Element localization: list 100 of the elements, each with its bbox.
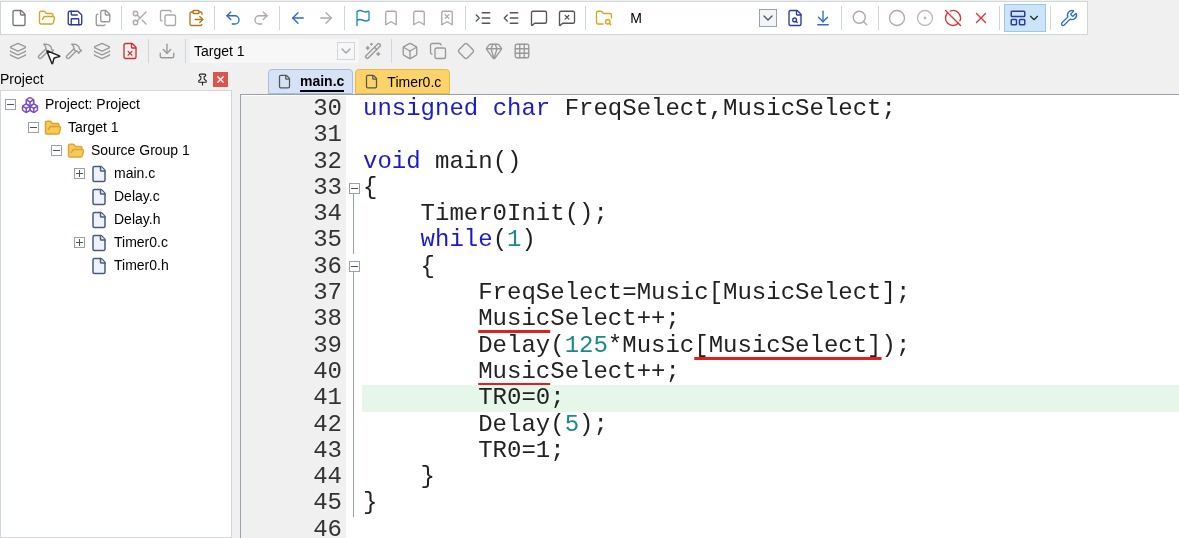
tree-item[interactable]: Target 1 — [68, 117, 119, 138]
line-number: 34 — [313, 201, 342, 228]
find-in-files-icon[interactable] — [595, 9, 614, 27]
batch-build-icon[interactable] — [93, 42, 111, 60]
code-line: MusicSelect++; — [477, 358, 681, 386]
editor-tab[interactable]: main.c — [268, 69, 354, 94]
collapse-toggle[interactable] — [28, 122, 39, 133]
code-line: Delay(125*Music[MusicSelect]); — [477, 332, 912, 359]
undo-icon[interactable] — [223, 9, 242, 27]
dropdown-icon[interactable] — [759, 9, 778, 27]
redo-icon[interactable] — [251, 9, 270, 27]
line-number: 44 — [313, 464, 342, 491]
file-icon — [90, 233, 108, 252]
fold-toggle[interactable] — [348, 261, 360, 273]
window-layout-button[interactable] — [1004, 4, 1047, 32]
stop-build-icon[interactable] — [121, 42, 139, 60]
open-folder-icon[interactable] — [38, 9, 56, 27]
target-select[interactable]: Target 1 — [189, 39, 359, 63]
line-number: 33 — [313, 174, 342, 202]
indent-icon[interactable] — [474, 9, 493, 27]
code-line: TR0=1; — [477, 437, 566, 465]
select-packs-icon[interactable] — [485, 42, 503, 60]
line-number: 36 — [313, 253, 342, 281]
folder-icon — [67, 141, 85, 160]
tree-item[interactable]: Source Group 1 — [91, 140, 190, 161]
code-line: { — [419, 253, 436, 281]
search-icon[interactable] — [851, 9, 870, 27]
line-number: 42 — [313, 411, 342, 438]
line-number: 41 — [313, 385, 342, 412]
file-icon — [277, 74, 292, 89]
tab-label: Timer0.c — [387, 72, 442, 91]
mouse-cursor — [44, 48, 62, 66]
collapse-toggle[interactable] — [5, 99, 16, 110]
rebuild-icon[interactable] — [65, 42, 83, 60]
tree-item[interactable]: Timer0.c — [114, 232, 168, 253]
file-icon — [90, 164, 108, 183]
file-icon — [90, 256, 108, 275]
tree-item[interactable]: Delay.c — [114, 186, 160, 207]
fold-toggle[interactable] — [348, 182, 360, 194]
line-number: 43 — [313, 437, 342, 465]
code-line: { — [362, 174, 379, 202]
line-number: 31 — [313, 122, 342, 149]
editor-tab[interactable]: Timer0.c — [355, 69, 451, 94]
tab-label: main.c — [300, 71, 345, 92]
line-number: 37 — [313, 280, 342, 307]
outdent-icon[interactable] — [502, 9, 521, 27]
save-all-icon[interactable] — [94, 9, 112, 27]
panel-title: Project — [0, 69, 44, 89]
code-line: } — [419, 464, 436, 491]
save-icon[interactable] — [66, 9, 84, 27]
settings-icon[interactable] — [1059, 9, 1078, 27]
pin-icon[interactable] — [196, 72, 209, 86]
line-number: 45 — [313, 490, 342, 517]
translate-icon[interactable] — [9, 42, 27, 60]
options-icon[interactable] — [364, 42, 382, 60]
packs-icon[interactable] — [457, 42, 475, 60]
close-button[interactable] — [213, 71, 228, 87]
load-icon[interactable] — [158, 42, 176, 60]
disable-all-icon[interactable] — [944, 9, 963, 27]
code-line: while(1) — [419, 227, 537, 254]
collapse-toggle[interactable] — [51, 145, 62, 156]
line-number: 30 — [313, 96, 342, 123]
code-line: Delay(5); — [477, 411, 609, 438]
code-line: MusicSelect++; — [477, 306, 681, 333]
project-icon — [21, 95, 39, 114]
comment-icon[interactable] — [530, 9, 549, 27]
components-icon[interactable] — [429, 42, 447, 60]
cut-icon[interactable] — [130, 9, 149, 27]
tree-item[interactable]: main.c — [114, 163, 156, 184]
uncomment-icon[interactable] — [558, 9, 577, 27]
flag-icon[interactable] — [353, 9, 372, 27]
code-line: unsigned char FreqSelect,MusicSelect; — [362, 96, 897, 123]
file-icon — [364, 74, 380, 89]
line-number: 39 — [313, 332, 342, 359]
line-number: 35 — [313, 227, 342, 254]
code-line: FreqSelect=Music[MusicSelect]; — [477, 280, 912, 307]
file-icon — [90, 210, 108, 229]
copy-icon[interactable] — [158, 9, 177, 27]
build-icon[interactable] — [37, 42, 55, 60]
find-combo[interactable]: M — [626, 6, 782, 30]
layout-icon — [1009, 9, 1028, 27]
line-number: 32 — [313, 148, 342, 175]
tree-item[interactable]: Project: Project — [45, 94, 140, 115]
expand-toggle[interactable] — [74, 237, 85, 248]
code-line: void main() — [362, 148, 523, 175]
new-file-icon[interactable] — [10, 9, 28, 27]
folder-icon — [44, 118, 62, 137]
expand-toggle[interactable] — [74, 168, 85, 179]
manage-icon[interactable] — [401, 42, 419, 60]
line-number: 38 — [313, 306, 342, 333]
tree-item[interactable]: Timer0.h — [114, 255, 169, 276]
environment-icon[interactable] — [513, 42, 531, 60]
code-line: } — [362, 490, 379, 517]
file-icon — [90, 187, 108, 206]
paste-icon[interactable] — [186, 9, 205, 27]
breakpoint-icon[interactable] — [888, 9, 907, 27]
tree-item[interactable]: Delay.h — [114, 209, 161, 230]
line-number: 46 — [313, 516, 342, 538]
find-icon[interactable] — [786, 9, 805, 27]
line-number: 40 — [313, 358, 342, 386]
